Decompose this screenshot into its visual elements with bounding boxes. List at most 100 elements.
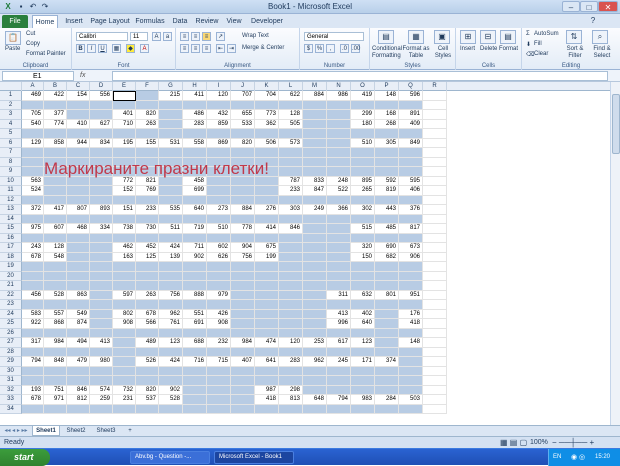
row-header[interactable]: 25 [0,319,22,329]
cell[interactable] [113,376,136,386]
cell[interactable] [303,319,327,329]
cell[interactable]: 987 [255,385,279,395]
cell[interactable] [136,148,159,158]
cell[interactable] [303,309,327,319]
new-sheet-icon[interactable]: + [124,426,136,436]
cell[interactable]: 535 [159,205,183,215]
cell[interactable] [423,404,447,414]
cell[interactable]: 688 [183,338,207,348]
comma-icon[interactable]: , [326,44,335,53]
cell[interactable]: 486 [183,110,207,120]
cell[interactable] [327,157,351,167]
cell[interactable] [423,338,447,348]
underline-icon[interactable]: U [98,44,107,53]
cell[interactable] [22,195,44,205]
cell[interactable] [423,262,447,272]
paste-button[interactable]: Paste [5,46,20,52]
cell[interactable] [183,281,207,291]
cell[interactable] [231,271,255,281]
column-header-r[interactable]: R [423,82,447,91]
cell[interactable] [375,338,399,348]
cell[interactable] [351,233,375,243]
cell[interactable]: 895 [351,176,375,186]
cell[interactable]: 511 [159,224,183,234]
cell[interactable]: 540 [22,119,44,129]
column-header-h[interactable]: H [183,82,207,91]
row-header[interactable]: 8 [0,157,22,167]
cell[interactable] [351,271,375,281]
cell[interactable] [327,110,351,120]
cell[interactable] [22,214,44,224]
cell[interactable] [136,376,159,386]
cell[interactable]: 983 [351,395,375,405]
cell[interactable]: 690 [375,243,399,253]
cell[interactable] [375,129,399,139]
cell[interactable] [351,100,375,110]
cell[interactable]: 869 [207,138,231,148]
cell[interactable]: 711 [183,243,207,253]
cell[interactable] [22,157,44,167]
cell[interactable] [423,138,447,148]
cell[interactable] [44,195,67,205]
cell[interactable] [351,347,375,357]
sort-filter-icon[interactable]: ⇅ [566,30,582,44]
tab-data[interactable]: Data [170,15,190,28]
cell[interactable] [113,300,136,310]
align-right-icon[interactable]: ≡ [202,44,211,53]
cell[interactable] [399,328,423,338]
cell[interactable] [255,376,279,386]
cell[interactable]: 951 [399,290,423,300]
row-header[interactable]: 19 [0,262,22,272]
cell[interactable] [183,300,207,310]
format-as-table-button[interactable]: Format as Table [402,46,430,60]
column-header-k[interactable]: K [255,82,279,91]
cell[interactable] [183,347,207,357]
cell[interactable] [159,148,183,158]
cell[interactable] [159,404,183,414]
cell[interactable] [327,100,351,110]
cell[interactable] [67,376,90,386]
cell[interactable] [375,328,399,338]
row-header[interactable]: 3 [0,110,22,120]
cell[interactable] [327,281,351,291]
column-header-g[interactable]: G [159,82,183,91]
format-cells-button[interactable]: Format [499,46,518,52]
cell[interactable] [183,129,207,139]
cell[interactable]: 691 [183,319,207,329]
cell[interactable] [183,376,207,386]
cell[interactable] [303,243,327,253]
number-format-select[interactable]: General [304,32,364,41]
cell[interactable]: 320 [351,243,375,253]
row-header[interactable]: 13 [0,205,22,215]
cell[interactable] [351,195,375,205]
cell[interactable] [44,300,67,310]
cell[interactable] [351,129,375,139]
cell[interactable] [327,119,351,129]
cell[interactable]: 128 [279,110,303,120]
bold-icon[interactable]: B [76,44,85,53]
cell[interactable]: 863 [67,290,90,300]
cell[interactable] [67,214,90,224]
cell[interactable] [159,119,183,129]
cell[interactable] [303,252,327,262]
cell[interactable] [279,195,303,205]
select-all-corner[interactable] [0,82,22,91]
cell[interactable] [423,186,447,196]
format-cells-icon[interactable]: ▤ [500,30,516,44]
cell[interactable] [327,214,351,224]
row-header[interactable]: 21 [0,281,22,291]
cell[interactable] [231,186,255,196]
tab-file[interactable]: File [2,15,28,28]
cell[interactable] [22,148,44,158]
cell[interactable] [303,167,327,177]
cell[interactable]: 847 [303,186,327,196]
cell[interactable] [327,148,351,158]
cell[interactable] [44,281,67,291]
column-header-p[interactable]: P [375,82,399,91]
cell[interactable]: 524 [22,186,44,196]
cell[interactable] [303,281,327,291]
font-name-select[interactable]: Calibri [76,32,128,41]
cell[interactable]: 410 [67,119,90,129]
cell[interactable] [303,195,327,205]
name-box[interactable]: E1 [2,71,74,81]
